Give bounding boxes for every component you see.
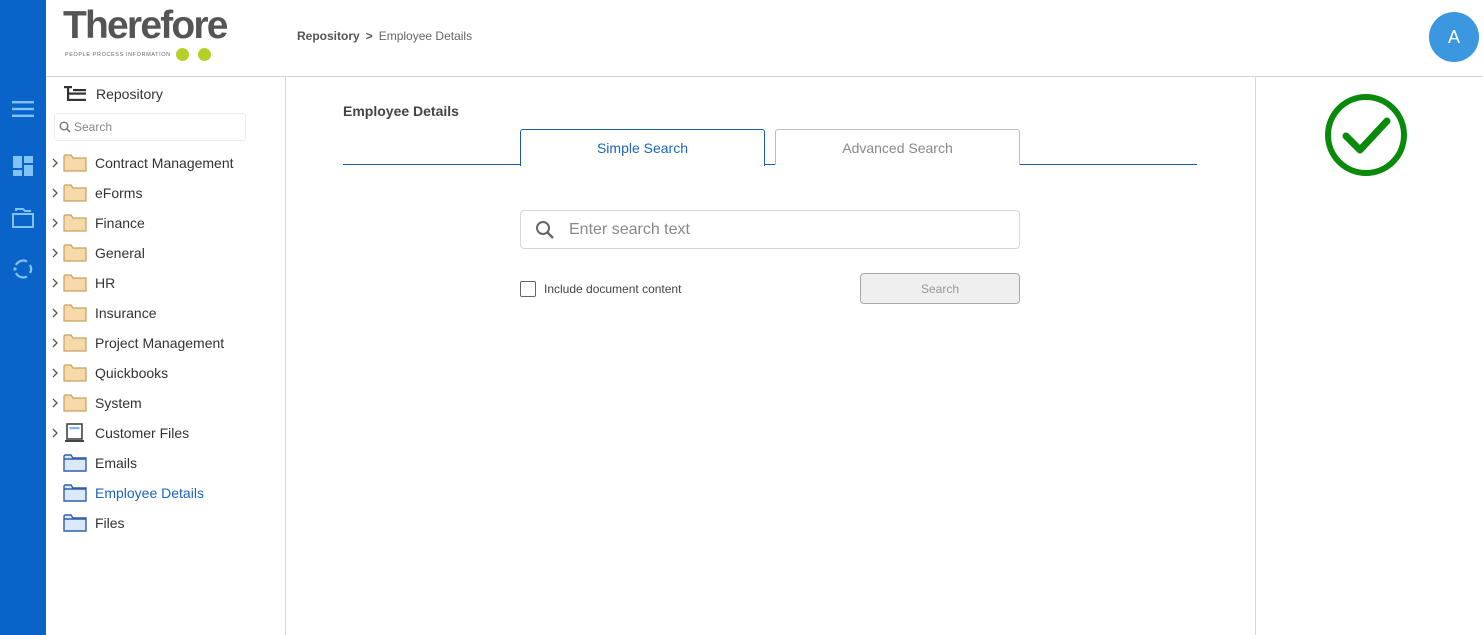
include-content-checkbox[interactable] [520,281,536,297]
chevron-right-icon[interactable] [50,247,60,259]
tree-list: Contract Management eForms Finance Gener… [46,148,286,538]
chevron-right-icon[interactable] [50,337,60,349]
tree-item-label: Employee Details [95,485,204,501]
tree-item-project-management[interactable]: Project Management [46,328,286,358]
chevron-right-icon[interactable] [50,277,60,289]
workflow-icon[interactable] [8,254,38,284]
tree-item-customer-files[interactable]: Customer Files [46,418,286,448]
repository-tree-panel: Repository Contract Management eForms Fi… [46,77,286,635]
menu-icon[interactable] [8,94,38,124]
folder-icon [63,394,87,412]
check-circle-icon [1325,94,1407,176]
breadcrumb-repository-link[interactable]: Repository [297,29,360,43]
tree-item-general[interactable]: General [46,238,286,268]
main-content: Employee Details Simple Search Advanced … [286,77,1255,635]
logo-dot-icon [198,48,211,61]
tree-item-label: Contract Management [95,155,234,171]
category-icon [63,484,87,502]
include-content-label: Include document content [544,282,682,296]
search-icon [59,121,71,133]
tab-simple-search[interactable]: Simple Search [520,129,765,166]
chevron-right-icon[interactable] [50,307,60,319]
tree-item-eforms[interactable]: eForms [46,178,286,208]
tree-item-label: Files [95,515,125,531]
tree-item-hr[interactable]: HR [46,268,286,298]
tree-item-label: Finance [95,215,145,231]
tree-item-emails[interactable]: Emails [46,448,286,478]
chevron-right-icon[interactable] [50,157,60,169]
tree-item-system[interactable]: System [46,388,286,418]
tree-item-employee-details[interactable]: Employee Details [46,478,286,508]
repository-icon[interactable] [8,203,38,233]
logo-tagline: PEOPLE PROCESS INFORMATION [65,52,171,58]
breadcrumb: Repository > Employee Details [297,29,472,43]
tree-root-label: Repository [96,86,163,102]
folder-icon [63,364,87,382]
category-icon [63,454,87,472]
tree-item-label: HR [95,275,116,291]
logo-dot-icon [176,48,189,61]
user-avatar[interactable]: A [1429,12,1479,62]
chevron-right-icon[interactable] [50,397,60,409]
logo-wordmark: Therefore [63,4,228,47]
folder-icon [63,154,87,172]
tree-search-input[interactable] [74,120,234,134]
tree-item-label: Project Management [95,335,225,351]
tab-underline [343,164,1197,165]
tree-structure-icon [64,86,86,101]
dashboard-icon[interactable] [8,151,38,181]
tree-item-label: Insurance [95,305,157,321]
chevron-right-icon[interactable] [50,187,60,199]
chevron-right-icon[interactable] [50,367,60,379]
tree-item-insurance[interactable]: Insurance [46,298,286,328]
tree-item-finance[interactable]: Finance [46,208,286,238]
tab-advanced-search[interactable]: Advanced Search [775,129,1020,165]
case-icon [65,423,84,442]
tree-root-repository[interactable]: Repository [64,85,163,103]
breadcrumb-separator: > [365,29,373,43]
folder-icon [63,274,87,292]
top-header: Therefore PEOPLE PROCESS INFORMATION Rep… [46,0,1483,77]
include-content-option[interactable]: Include document content [520,281,681,297]
left-rail [0,0,46,635]
tree-item-label: Quickbooks [95,365,169,381]
chevron-right-icon[interactable] [50,217,60,229]
folder-icon [63,244,87,262]
search-button[interactable]: Search [860,273,1020,304]
tree-search-box[interactable] [54,113,246,141]
folder-icon [63,304,87,322]
search-input[interactable] [569,220,989,239]
page-title: Employee Details [343,103,459,119]
tree-item-contract-management[interactable]: Contract Management [46,148,286,178]
status-pane [1255,77,1483,635]
folder-icon [63,334,87,352]
chevron-right-icon[interactable] [50,427,60,439]
breadcrumb-current: Employee Details [378,29,473,43]
tree-item-label: System [95,395,142,411]
folder-icon [63,184,87,202]
therefore-logo[interactable]: Therefore PEOPLE PROCESS INFORMATION [63,4,253,64]
tree-item-label: Customer Files [95,425,190,441]
search-box[interactable] [520,210,1020,249]
category-icon [63,514,87,532]
tree-item-label: eForms [95,185,143,201]
tree-item-quickbooks[interactable]: Quickbooks [46,358,286,388]
tree-item-label: Emails [95,455,138,471]
folder-icon [63,214,87,232]
tree-item-label: General [95,245,145,261]
search-icon [536,220,554,239]
tree-item-files[interactable]: Files [46,508,286,538]
